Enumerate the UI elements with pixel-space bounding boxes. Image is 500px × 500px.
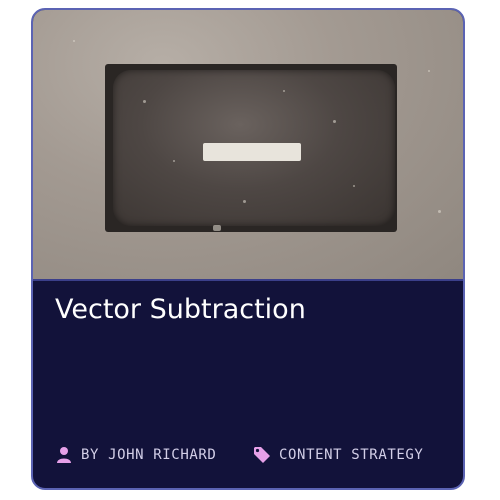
dust-speck: [353, 185, 355, 187]
dust-speck: [173, 160, 175, 162]
author-name: BY JOHN RICHARD: [81, 447, 217, 463]
article-card[interactable]: Vector Subtraction BY JOHN RICHARD CONTE…: [31, 8, 465, 490]
dust-speck: [73, 40, 75, 42]
dust-speck: [438, 210, 441, 213]
category-meta[interactable]: CONTENT STRATEGY: [253, 446, 423, 464]
card-image: [33, 10, 463, 281]
dust-speck: [243, 200, 246, 203]
card-title[interactable]: Vector Subtraction: [55, 294, 306, 325]
dust-speck: [283, 90, 285, 92]
dust-speck: [213, 225, 221, 231]
dust-speck: [333, 120, 336, 123]
dust-speck: [428, 70, 430, 72]
minus-symbol: [203, 143, 301, 161]
tag-icon: [254, 447, 270, 463]
author-meta[interactable]: BY JOHN RICHARD: [55, 446, 216, 464]
dust-speck: [143, 100, 146, 103]
user-icon: [57, 447, 71, 463]
category-name: CONTENT STRATEGY: [279, 447, 424, 463]
